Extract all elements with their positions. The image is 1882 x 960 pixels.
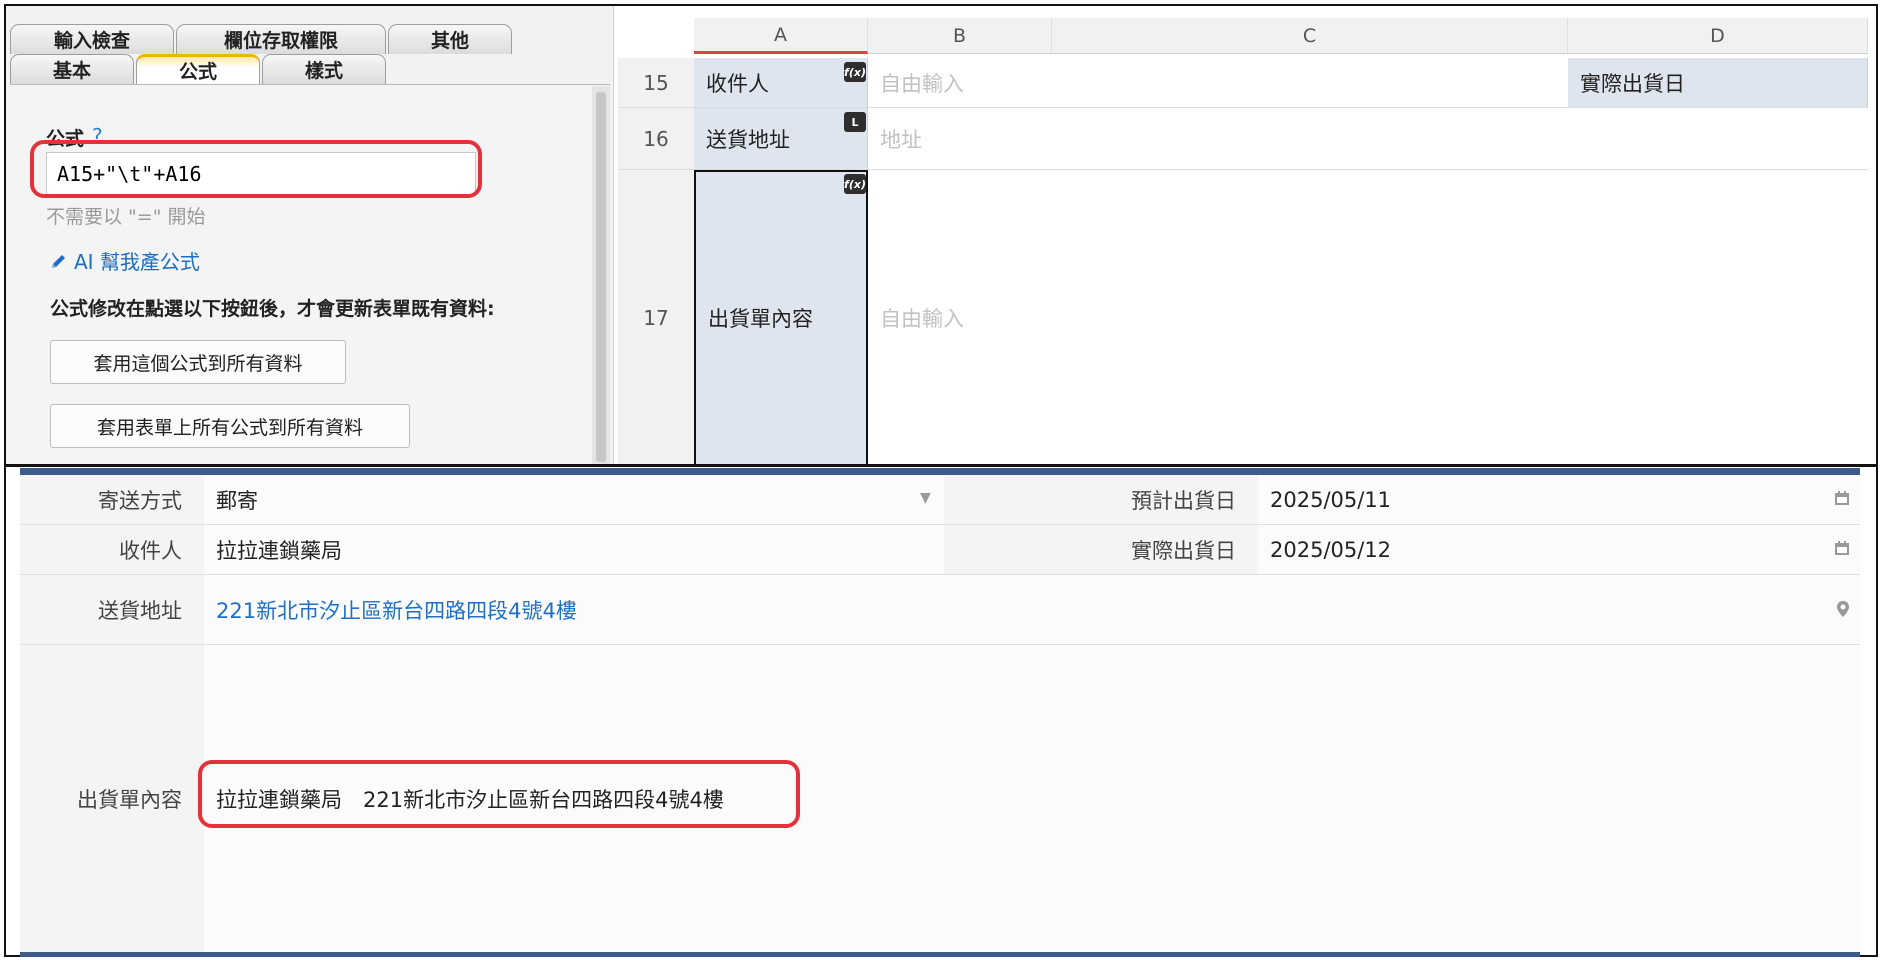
- cell-b16[interactable]: 地址: [868, 108, 1868, 170]
- cell-d15[interactable]: 實際出貨日: [1568, 58, 1868, 108]
- panel-scrollbar[interactable]: [592, 86, 610, 466]
- cell-a16[interactable]: 送貨地址: [694, 108, 868, 170]
- column-header-a[interactable]: A: [694, 18, 868, 54]
- formula-label: 公式: [46, 128, 85, 150]
- formula-badge-icon: f(x): [844, 174, 866, 194]
- address-link[interactable]: 221新北市汐止區新台四路四段4號4樓: [204, 575, 1860, 645]
- cell-b17[interactable]: 自由輸入: [868, 170, 1868, 466]
- apply-all-formulas-button[interactable]: 套用表單上所有公式到所有資料: [50, 404, 410, 448]
- ai-formula-link-label: AI 幫我產公式: [74, 250, 200, 274]
- cell-b15[interactable]: 自由輸入: [868, 58, 1568, 108]
- form-top-bar: [20, 468, 1860, 475]
- cell-a17-selected[interactable]: 出貨單內容: [694, 170, 868, 466]
- tab-formula[interactable]: 公式: [136, 54, 260, 84]
- ship-method-label: 寄送方式: [20, 475, 204, 525]
- tab-basic[interactable]: 基本: [10, 54, 134, 84]
- formula-input[interactable]: [46, 152, 476, 196]
- actual-ship-date-label: 實際出貨日: [944, 525, 1258, 575]
- shipment-content-value: 拉拉連鎖藥局 221新北市汐止區新台四路四段4號4樓: [204, 645, 1860, 952]
- shipment-content-label: 出貨單內容: [20, 645, 204, 952]
- address-label: 送貨地址: [20, 575, 204, 645]
- location-badge-icon: L: [844, 112, 866, 132]
- tab-input-check[interactable]: 輸入檢查: [10, 24, 174, 54]
- spreadsheet: A B C D 15 收件人 f(x) 自由輸入 實際出貨日 16 送貨地址 L…: [618, 6, 1874, 466]
- column-header-c[interactable]: C: [1052, 18, 1568, 54]
- tab-style[interactable]: 樣式: [262, 54, 386, 84]
- recipient-input[interactable]: 拉拉連鎖藥局: [204, 525, 944, 575]
- cell-a15[interactable]: 收件人: [694, 58, 868, 108]
- section-divider: [4, 464, 1878, 467]
- formula-badge-icon: f(x): [844, 62, 866, 82]
- map-pin-icon[interactable]: [1836, 600, 1850, 618]
- column-header-d[interactable]: D: [1568, 18, 1868, 54]
- field-settings-panel: 輸入檢查 欄位存取權限 其他 基本 公式 樣式 公式 ? 不需要以 "=" 開始…: [6, 6, 614, 467]
- calendar-icon[interactable]: [1834, 540, 1850, 556]
- row-header-15[interactable]: 15: [618, 58, 694, 108]
- column-header-b[interactable]: B: [868, 18, 1052, 54]
- actual-ship-date-input[interactable]: 2025/05/12: [1258, 525, 1860, 575]
- recipient-label: 收件人: [20, 525, 204, 575]
- tab-other[interactable]: 其他: [388, 24, 512, 54]
- est-ship-date-label: 預計出貨日: [944, 475, 1258, 525]
- caret-down-icon[interactable]: ▼: [920, 490, 931, 506]
- est-ship-date-input[interactable]: 2025/05/11: [1258, 475, 1860, 525]
- settings-tabs-back-row: 輸入檢查 欄位存取權限 其他: [10, 24, 514, 54]
- form-bottom-bar: [20, 952, 1860, 957]
- tab-field-access[interactable]: 欄位存取權限: [176, 24, 386, 54]
- row-header-16[interactable]: 16: [618, 108, 694, 170]
- calendar-icon[interactable]: [1834, 490, 1850, 506]
- settings-tabs-front-row: 基本 公式 樣式: [10, 54, 388, 84]
- scrollbar-thumb[interactable]: [596, 92, 606, 462]
- apply-note: 公式修改在點選以下按鈕後，才會更新表單既有資料:: [50, 298, 495, 320]
- apply-formula-button[interactable]: 套用這個公式到所有資料: [50, 340, 346, 384]
- formula-hint: 不需要以 "=" 開始: [46, 206, 206, 228]
- formula-help-icon[interactable]: ?: [92, 124, 103, 148]
- ai-formula-link[interactable]: AI 幫我產公式: [50, 246, 200, 275]
- pencil-icon: [52, 254, 65, 268]
- record-form: 寄送方式 郵寄 ▼ 預計出貨日 2025/05/11 收件人 拉拉連鎖藥局 實際…: [20, 468, 1860, 957]
- row-header-17[interactable]: 17: [618, 170, 694, 466]
- ship-method-select[interactable]: 郵寄: [204, 475, 944, 525]
